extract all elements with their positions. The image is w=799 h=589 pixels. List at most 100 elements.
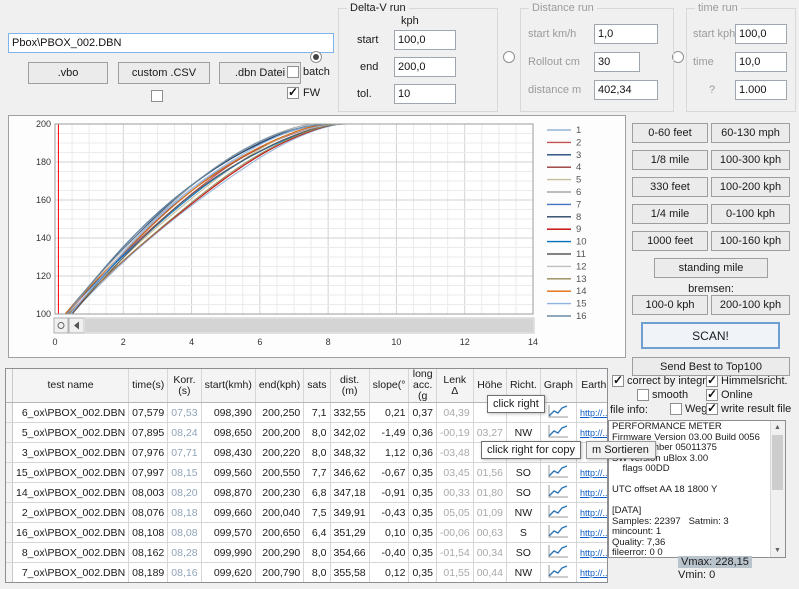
cell-acc[interactable]: 0,35 [409,543,436,563]
earth-link[interactable]: http://.. [580,468,608,478]
cell-lenk[interactable]: 01,55 [436,563,473,583]
cell-time[interactable]: 08,247 [129,583,168,584]
cell-hoehe[interactable] [473,583,506,584]
cell-lenk[interactable]: 04,39 [436,403,473,423]
button-scan[interactable]: SCAN! [641,322,780,349]
cell-richt[interactable]: SO [506,483,540,503]
cell-end[interactable]: 200,250 [255,403,303,423]
button-330-feet[interactable]: 330 feet [632,177,708,197]
cell-lenk[interactable]: -03,48 [436,443,473,463]
button-send-best-to-top100[interactable]: Send Best to Top100 [632,357,790,376]
column-header-test-name[interactable]: test name [13,369,129,403]
time-input[interactable] [735,52,787,72]
cell-name[interactable]: 14_ox\PBOX_002.DBN [13,483,129,503]
cell-time[interactable]: 07,997 [129,463,168,483]
graph-cell[interactable] [540,523,576,543]
cell-acc[interactable]: 0,35 [409,503,436,523]
button-1-8-mile[interactable]: 1/8 mile [632,150,708,170]
batch-checkbox[interactable] [287,66,299,78]
delta-start-input[interactable] [394,30,456,50]
cell-richt[interactable]: NW [506,423,540,443]
column-header-slope[interactable]: slope(° [369,369,409,403]
cell-name[interactable]: 7_ox\PBOX_002.DBN [13,563,129,583]
cell-slope[interactable]: -0,67 [369,463,409,483]
cell-start[interactable]: 099,660 [201,503,255,523]
graph-cell[interactable] [540,583,576,584]
cell-hoehe[interactable]: 01,80 [473,483,506,503]
cell-start[interactable]: 098,430 [201,443,255,463]
cell-sats[interactable]: 7,1 [304,403,330,423]
button-100-200-kph[interactable]: 100-200 kph [711,177,790,197]
earth-link-cell[interactable]: http://.. [577,503,609,523]
delta-tol-input[interactable] [394,84,456,104]
distance-start-input[interactable] [594,24,658,44]
cell-slope[interactable]: -0,40 [369,543,409,563]
cell-sats[interactable]: 8,0 [304,423,330,443]
scroll-down-icon[interactable]: ▼ [771,544,784,557]
cell-slope[interactable]: -0,43 [369,503,409,523]
button-0-60-feet[interactable]: 0-60 feet [632,123,708,143]
cell-time[interactable]: 08,108 [129,523,168,543]
time-start-input[interactable] [735,24,787,44]
smooth-checkbox[interactable] [637,389,649,401]
cell-name[interactable]: 13_ox\PBOX_002.DBN [13,583,129,584]
cell-korr[interactable]: 08,16 [168,563,201,583]
cell-end[interactable]: 200,650 [255,523,303,543]
button-200-100-kph[interactable]: 200-100 kph [711,295,790,315]
cell-acc[interactable]: 0,37 [409,403,436,423]
earth-link-cell[interactable]: http://.. [577,483,609,503]
button-standing-mile[interactable]: standing mile [654,258,768,278]
column-header-long-acc-g[interactable]: long acc.(g [409,369,436,403]
button-0-100-kph[interactable]: 0-100 kph [711,204,790,224]
cell-korr[interactable]: 08,18 [168,503,201,523]
cell-sats[interactable]: 6,8 [304,483,330,503]
button-60-130-mph[interactable]: 60-130 mph [711,123,790,143]
column-header-lenk[interactable]: Lenk Δ [436,369,473,403]
cell-hoehe[interactable]: 00,63 [473,523,506,543]
speed-chart[interactable]: 0246810121410012014016018020012345678910… [9,116,625,357]
cell-time[interactable]: 07,895 [129,423,168,443]
button-100-160-kph[interactable]: 100-160 kph [711,231,790,251]
cell-hoehe[interactable]: 00,44 [473,563,506,583]
cell-dist[interactable]: 342,02 [330,423,369,443]
cell-hoehe[interactable]: 01,56 [473,463,506,483]
earth-link[interactable]: http://.. [580,408,608,418]
cell-richt[interactable] [506,583,540,584]
cell-lenk[interactable]: 01,16 [436,583,473,584]
earth-link[interactable]: http://.. [580,568,608,578]
cell-dist[interactable]: 349,91 [330,503,369,523]
cell-start[interactable]: 099,560 [201,463,255,483]
graph-icon[interactable] [547,484,569,499]
cell-end[interactable]: 200,790 [255,563,303,583]
cell-time[interactable]: 08,162 [129,543,168,563]
column-header-sats[interactable]: sats [304,369,330,403]
cell-time[interactable]: 08,189 [129,563,168,583]
delta-v-run-radio[interactable] [310,51,322,63]
cell-start[interactable]: 098,870 [201,483,255,503]
custom-csv-button[interactable]: custom .CSV [118,62,210,84]
column-header-graph[interactable]: Graph [540,369,576,403]
cell-acc[interactable]: 0,35 [409,463,436,483]
graph-icon[interactable] [547,424,569,439]
earth-link-cell[interactable]: http://.. [577,543,609,563]
cell-acc[interactable]: 0,35 [409,563,436,583]
graph-cell[interactable] [540,503,576,523]
cell-end[interactable]: 200,670 [255,583,303,584]
cell-lenk[interactable]: -00,06 [436,523,473,543]
cell-dist[interactable]: 347,18 [330,483,369,503]
button-1-4-mile[interactable]: 1/4 mile [632,204,708,224]
graph-cell[interactable] [540,463,576,483]
q-input[interactable] [735,80,787,100]
cell-slope[interactable]: 0,12 [369,563,409,583]
cell-name[interactable]: 6_ox\PBOX_002.DBN [13,403,129,423]
earth-link-cell[interactable]: http://.. [577,523,609,543]
cell-richt[interactable]: NW [506,563,540,583]
online-checkbox[interactable] [706,389,718,401]
weg-checkbox[interactable] [670,403,682,415]
cell-hoehe[interactable]: 00,34 [473,543,506,563]
earth-link[interactable]: http://.. [580,488,608,498]
cell-lenk[interactable]: -01,54 [436,543,473,563]
context-menu-fragment[interactable]: m Sortieren [586,441,656,459]
scroll-up-icon[interactable]: ▲ [771,421,784,434]
cell-lenk[interactable]: 03,45 [436,463,473,483]
